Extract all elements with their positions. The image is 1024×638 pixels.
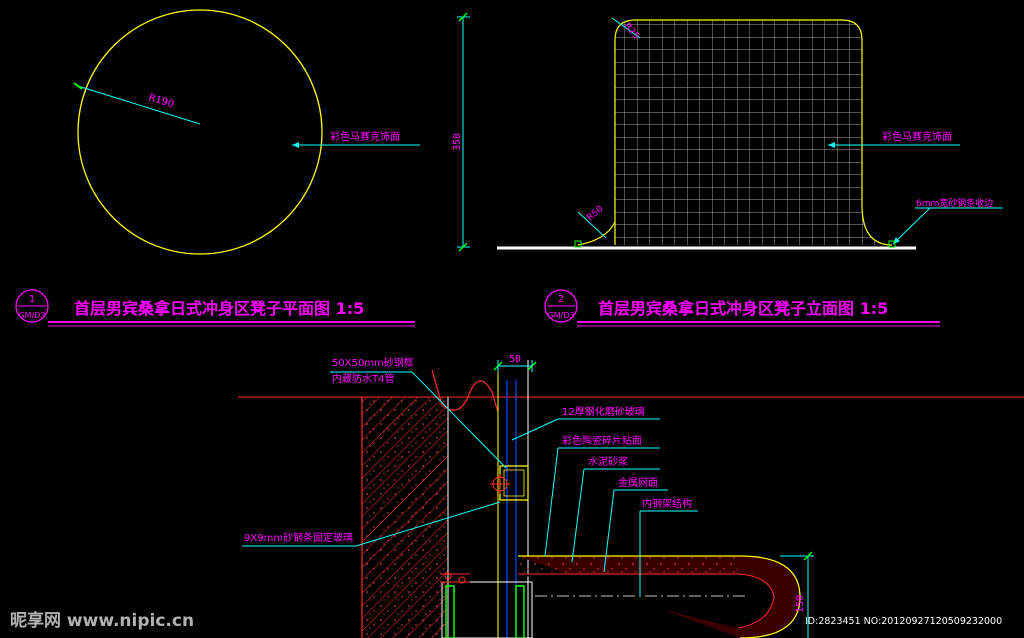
label-steel-structure: 内钢架结构: [642, 497, 692, 510]
dim-top-label: 50: [509, 354, 521, 365]
elevation-view: 350 R25 R50 彩色马赛克饰面 6mm宽砂钢条收边: [452, 12, 1003, 252]
watermark-id: ID:2823451 NO:20120927120509232000: [805, 616, 1002, 627]
label-glass: 12厚钢化磨砂玻璃: [562, 405, 645, 418]
label-glass-fix: 9X9mm砂钢条固定玻璃: [244, 531, 353, 544]
title-plan-sheet: GM/D3: [18, 311, 45, 320]
cad-drawing: R190 彩色马赛克饰面 350 R25 R50 彩色马赛克饰面 6mm宽砂钢条…: [10, 9, 1024, 638]
wall-speck: [362, 397, 448, 638]
edge-leader: [892, 207, 931, 245]
label-ceramic: 彩色陶瓷碎片贴面: [562, 434, 642, 447]
watermark: 昵享网 www.nipic.cn ID:2823451 NO:201209271…: [10, 610, 1002, 631]
corner-label-bottom: R50: [586, 204, 606, 223]
radius-leader: [77, 85, 201, 125]
label-mortar: 水泥砂浆: [588, 455, 628, 468]
elev-finish-label: 彩色马赛克饰面: [882, 130, 952, 143]
mosaic-grid: [615, 20, 892, 245]
plan-finish-label: 彩色马赛克饰面: [330, 130, 400, 143]
radius-tick: [73, 82, 83, 90]
label-water-pipe: 内藏防水T4管: [332, 372, 394, 385]
title-plan: 1 GM/D3 首层男宾桑拿日式冲身区凳子平面图 1:5: [15, 289, 415, 327]
label-steel-frame: 50X50mm砂钢框: [332, 356, 414, 369]
title-plan-text: 首层男宾桑拿日式冲身区凳子平面图 1:5: [74, 299, 364, 318]
plan-view: R190 彩色马赛克饰面: [73, 9, 420, 255]
title-elev-number: 2: [558, 294, 564, 305]
bench-inner: [518, 573, 775, 629]
title-plan-number: 1: [29, 294, 35, 305]
bench-mortar: [518, 556, 738, 574]
base-marker-right: [888, 240, 896, 248]
label-mesh: 金属网面: [618, 476, 658, 489]
title-elevation: 2 GM/D3 首层男宾桑拿日式冲身区凳子立面图 1:5: [544, 289, 940, 327]
watermark-logo: 昵享网 www.nipic.cn: [10, 610, 194, 631]
title-elev-sheet: GM/D3: [547, 311, 574, 320]
dim-right-label: 150: [795, 595, 806, 613]
radius-label: R190: [147, 92, 175, 110]
plan-circle: [77, 9, 323, 255]
edge-label: 6mm宽砂钢条收边: [916, 197, 993, 209]
bench-bracket: [441, 581, 533, 638]
section-view: 50 150 50X50mm砂钢框 内藏防水T4管 12厚钢化磨砂玻璃 彩色陶瓷…: [238, 354, 1024, 638]
height-label: 350: [452, 133, 463, 151]
title-elev-text: 首层男宾桑拿日式冲身区凳子立面图 1:5: [598, 299, 888, 318]
panel-base-curve: [577, 221, 616, 246]
